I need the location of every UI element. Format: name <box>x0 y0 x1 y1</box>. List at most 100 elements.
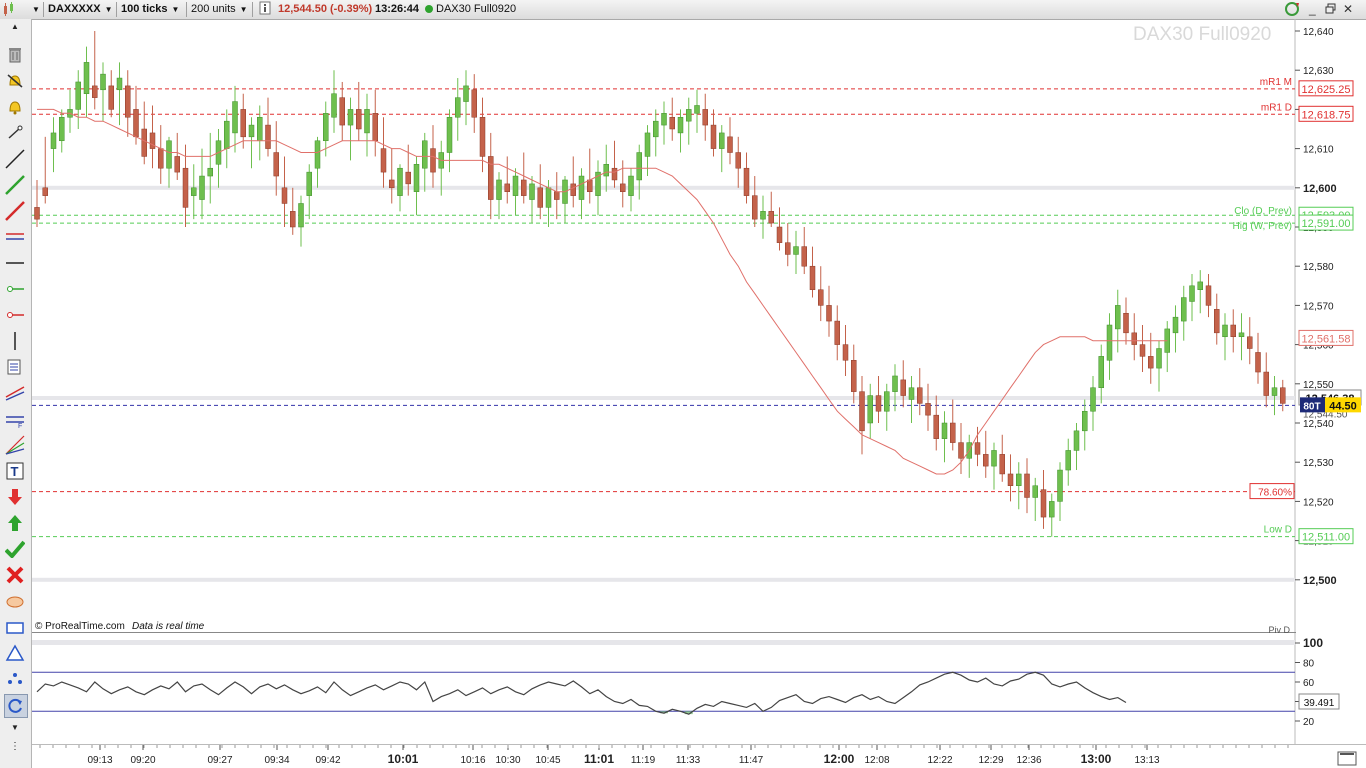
candle-body <box>166 140 172 169</box>
candle-body <box>1230 324 1236 338</box>
position-value: 44.50 <box>1329 400 1357 412</box>
bold-gridline <box>32 577 1295 582</box>
candle-body <box>545 187 552 208</box>
candle-body <box>1057 469 1063 502</box>
candle-body <box>727 136 733 153</box>
ma-price-value: 12,561.58 <box>1302 333 1351 345</box>
candle-body <box>958 442 964 459</box>
candle-body <box>776 226 783 243</box>
candle-body <box>1222 324 1228 338</box>
candle-body <box>1156 348 1162 369</box>
candle-body <box>347 109 354 126</box>
candle-body <box>851 360 857 392</box>
candle-body <box>1106 324 1113 361</box>
price-levels: mR1 M mR1 D Clo (D, Prev) Hig (W, Prev) 78.6… <box>32 77 1295 538</box>
candle-body <box>298 203 304 228</box>
candle-body <box>521 179 527 196</box>
time-tick-label: 09:42 <box>315 755 340 766</box>
candle-body <box>587 179 593 192</box>
candle-body <box>892 375 898 392</box>
candle-body <box>224 120 230 149</box>
candle-body <box>1065 450 1071 471</box>
candle-body <box>991 450 997 467</box>
candle-body <box>191 187 197 196</box>
indicator-value: 39.491 <box>1304 698 1335 709</box>
expand-panel-icon[interactable] <box>1337 751 1357 766</box>
candle-body <box>974 442 981 455</box>
candle-body <box>207 167 213 177</box>
price-tick-label: 12,550 <box>1303 380 1334 391</box>
candle-body <box>1032 485 1038 498</box>
candle-body <box>479 116 486 157</box>
time-tick-label: 12:08 <box>864 755 889 766</box>
candle-body <box>133 109 139 138</box>
candle-body <box>257 116 263 142</box>
candle-body <box>1263 371 1269 396</box>
moving-average-line <box>37 108 1168 475</box>
candle-body <box>1238 332 1245 338</box>
candle-body <box>281 187 288 204</box>
candle-body <box>389 179 395 189</box>
level-label: Low D <box>1264 525 1292 536</box>
time-tick-label: 13:00 <box>1081 752 1112 766</box>
candle-body <box>867 395 873 424</box>
candle-body <box>331 93 337 118</box>
time-tick-label: 12:29 <box>978 755 1003 766</box>
candle-body <box>818 289 824 306</box>
candle-body <box>92 85 98 98</box>
candle-body <box>1131 332 1137 345</box>
candle-body <box>496 179 502 200</box>
level-label: 78.60% <box>1258 488 1292 499</box>
candle-body <box>455 97 461 118</box>
candle-body <box>1214 309 1220 334</box>
candle-body <box>1123 312 1129 334</box>
candle-body <box>512 175 519 196</box>
price-tick-label: 12,640 <box>1303 27 1334 38</box>
candle-body <box>149 132 156 149</box>
candle-body <box>917 387 923 404</box>
indicator-tick-label: 80 <box>1303 659 1315 670</box>
price-tick-label: 12,530 <box>1303 458 1334 469</box>
candle-body <box>1205 285 1212 306</box>
candle-body <box>933 414 939 439</box>
candle-body <box>950 422 956 443</box>
time-tick-label: 11:47 <box>739 755 764 766</box>
candle-body <box>1197 281 1203 290</box>
candle-body <box>405 171 411 185</box>
candle-body <box>842 344 849 361</box>
candle-body <box>306 171 312 196</box>
candle-body <box>314 140 321 169</box>
oscillator-line <box>36 671 1127 715</box>
candle-body <box>446 116 453 153</box>
candle-body <box>100 73 106 91</box>
candle-body <box>983 454 989 467</box>
price-tick-label: 12,610 <box>1303 145 1334 156</box>
candle-body <box>141 128 147 157</box>
candle-body <box>356 109 362 130</box>
candle-body <box>422 140 428 169</box>
price-chart[interactable]: mR1 M mR1 D Clo (D, Prev) Hig (W, Prev) 78.6… <box>0 0 1366 768</box>
candle-body <box>75 81 81 110</box>
time-tick-label: 10:45 <box>535 755 560 766</box>
candle-body <box>1280 387 1286 404</box>
candle-body <box>108 85 114 110</box>
time-tick-label: 12:22 <box>927 755 952 766</box>
candle-body <box>232 101 238 134</box>
candle-body <box>240 109 246 138</box>
candle-body <box>686 109 692 122</box>
realtime-label: Data is real time <box>132 621 205 632</box>
candle-body <box>884 391 890 412</box>
candle-body <box>1024 473 1030 498</box>
candle-body <box>760 211 766 220</box>
price-tick-label: 12,520 <box>1303 497 1334 508</box>
candle-body <box>1172 316 1179 334</box>
candle-body <box>768 211 774 224</box>
candle-body <box>174 156 180 173</box>
candle-body <box>653 120 659 138</box>
current-price-band <box>32 395 1295 400</box>
candle-body <box>529 183 535 200</box>
candle-body <box>248 124 255 138</box>
time-tick-label: 09:34 <box>264 755 289 766</box>
candle-body <box>661 113 667 126</box>
candle-body <box>397 167 403 196</box>
